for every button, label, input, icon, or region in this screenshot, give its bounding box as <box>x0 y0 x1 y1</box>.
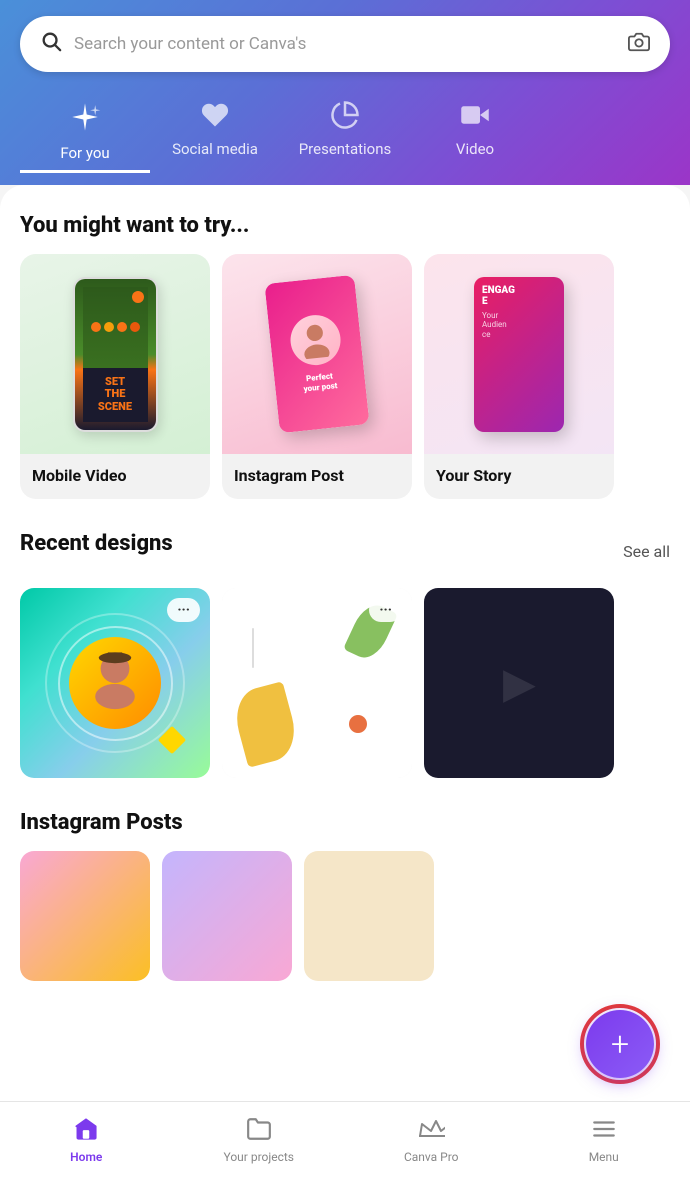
ig-post-card-2[interactable] <box>162 851 292 981</box>
nav-label-menu: Menu <box>589 1150 619 1164</box>
nav-label-your-projects: Your projects <box>224 1150 295 1164</box>
mobile-video-label: Mobile Video <box>20 454 210 499</box>
nav-label-home: Home <box>70 1150 102 1164</box>
ig-post-card-1[interactable] <box>20 851 150 981</box>
video-icon <box>460 100 490 134</box>
design-card-2[interactable]: ··· <box>222 588 412 778</box>
menu-icon <box>591 1116 617 1146</box>
header: Search your content or Canva's For you <box>0 0 690 185</box>
instagram-post-label: Instagram Post <box>222 454 412 499</box>
pie-chart-icon <box>330 100 360 134</box>
crown-icon <box>417 1116 445 1146</box>
create-new-button[interactable]: + <box>586 1010 654 1078</box>
heart-icon <box>200 100 230 134</box>
your-story-label: Your Story <box>424 454 614 499</box>
camera-icon[interactable] <box>628 31 650 58</box>
see-all-button[interactable]: See all <box>623 542 670 561</box>
fab-container: + <box>580 1004 660 1084</box>
nav-item-your-projects[interactable]: Your projects <box>173 1110 346 1170</box>
home-icon <box>73 1116 99 1146</box>
fab-ring: + <box>580 1004 660 1084</box>
search-placeholder-text: Search your content or Canva's <box>74 34 616 54</box>
search-bar[interactable]: Search your content or Canva's <box>20 16 670 72</box>
tab-social-media-label: Social media <box>172 140 258 158</box>
plus-icon: + <box>611 1028 629 1060</box>
nav-item-menu[interactable]: Menu <box>518 1110 690 1170</box>
try-cards-list: SETTHESCENE Mobile Video <box>20 254 670 499</box>
folder-icon <box>246 1116 272 1146</box>
design-cards-list: ··· ··· <box>20 588 670 778</box>
tab-presentations[interactable]: Presentations <box>280 96 410 173</box>
try-section: You might want to try... <box>20 213 670 499</box>
ig-post-card-3[interactable] <box>304 851 434 981</box>
recent-designs-header: Recent designs See all <box>20 531 670 572</box>
recent-designs-title: Recent designs <box>20 531 173 556</box>
instagram-post-cards-list <box>20 851 670 981</box>
try-card-your-story[interactable]: ENGAGE YourAudience Your Story <box>424 254 614 499</box>
main-content: You might want to try... <box>0 185 690 1101</box>
recent-designs-section: Recent designs See all <box>20 531 670 778</box>
try-section-title: You might want to try... <box>20 213 670 238</box>
search-icon <box>40 30 62 58</box>
tab-for-you-label: For you <box>60 144 109 162</box>
try-card-mobile-video[interactable]: SETTHESCENE Mobile Video <box>20 254 210 499</box>
nav-item-canva-pro[interactable]: Canva Pro <box>345 1110 518 1170</box>
tab-for-you[interactable]: For you <box>20 96 150 173</box>
nav-item-home[interactable]: Home <box>0 1110 173 1170</box>
sparkle-icon <box>68 100 102 138</box>
tab-social-media[interactable]: Social media <box>150 96 280 173</box>
category-tabs: For you Social media Presentations <box>20 96 670 185</box>
instagram-posts-title: Instagram Posts <box>20 810 670 835</box>
instagram-posts-section: Instagram Posts <box>20 810 670 981</box>
design-card-3[interactable]: ▶ <box>424 588 614 778</box>
tab-video[interactable]: Video <box>410 96 540 173</box>
tab-video-label: Video <box>456 140 494 158</box>
design-card-1-more[interactable]: ··· <box>167 598 200 622</box>
bottom-nav: Home Your projects Canva Pro Menu <box>0 1101 690 1194</box>
try-card-instagram-post[interactable]: Perfectyour post Instagram Post <box>222 254 412 499</box>
design-card-1[interactable]: ··· <box>20 588 210 778</box>
design-card-2-more[interactable]: ··· <box>369 598 402 622</box>
nav-label-canva-pro: Canva Pro <box>404 1150 459 1164</box>
tab-presentations-label: Presentations <box>299 140 392 158</box>
